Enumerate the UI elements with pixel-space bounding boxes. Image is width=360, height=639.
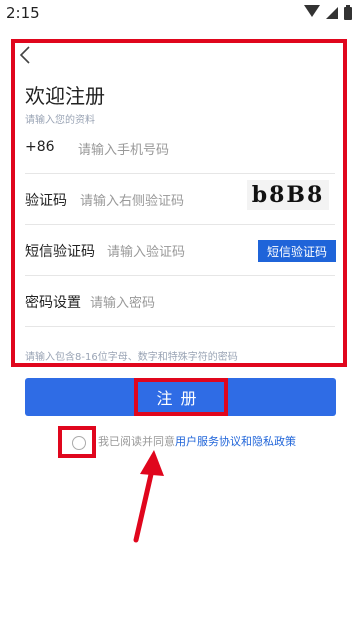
status-bar: 2:15 (0, 0, 360, 26)
service-agreement-link[interactable]: 用户服务协议 (175, 435, 241, 448)
page-title: 欢迎注册 (25, 84, 105, 108)
captcha-image[interactable]: b8B8 (247, 180, 329, 210)
send-sms-button[interactable]: 短信验证码 (258, 240, 336, 262)
phone-input[interactable]: 请输入手机号码 (78, 139, 169, 158)
status-time: 2:15 (6, 4, 40, 22)
captcha-row: 验证码 请输入右侧验证码 b8B8 (25, 174, 335, 225)
back-arrow-icon[interactable] (15, 44, 37, 66)
password-label: 密码设置 (25, 295, 81, 311)
wifi-icon (304, 5, 320, 17)
country-code[interactable]: +86 (25, 139, 55, 155)
sms-label: 短信验证码 (25, 244, 95, 260)
agreement-text: 我已阅读并同意用户服务协议和隐私政策 (98, 433, 296, 449)
register-button[interactable]: 注册 (25, 378, 336, 416)
agreement-and: 和 (241, 435, 252, 448)
agree-checkbox[interactable] (72, 436, 86, 450)
phone-row: +86 请输入手机号码 (25, 123, 335, 174)
captcha-input[interactable]: 请输入右侧验证码 (80, 190, 184, 209)
status-icons (304, 4, 352, 20)
register-label: 注册 (156, 389, 205, 408)
privacy-policy-link[interactable]: 隐私政策 (252, 435, 296, 448)
sms-input[interactable]: 请输入验证码 (107, 241, 185, 260)
password-row: 密码设置 请输入密码 (25, 276, 335, 327)
agreement-prefix: 我已阅读并同意 (98, 435, 175, 448)
red-arrow-annotation (133, 450, 164, 543)
captcha-label: 验证码 (25, 193, 67, 209)
password-input[interactable]: 请输入密码 (90, 292, 155, 311)
signal-icon (326, 7, 338, 19)
password-hint: 请输入包含8-16位字母、数字和特殊字符的密码 (25, 352, 238, 363)
battery-icon (344, 4, 352, 20)
agree-checkbox-highlight[interactable] (58, 426, 96, 458)
sms-row: 短信验证码 请输入验证码 短信验证码 (25, 225, 336, 276)
